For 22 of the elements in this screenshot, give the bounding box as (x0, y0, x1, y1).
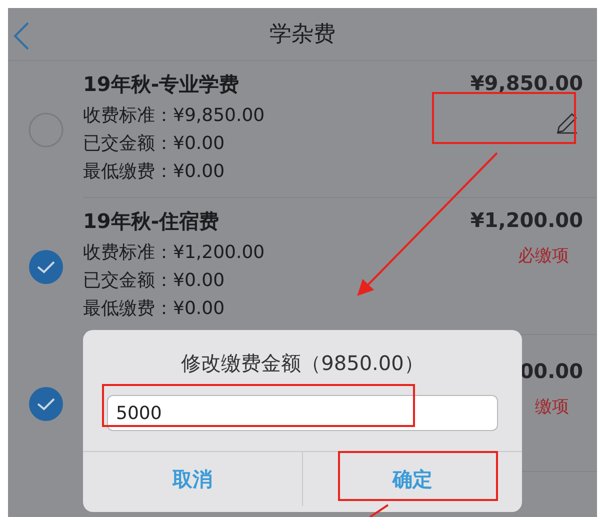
fee-name: 19年秋-住宿费 (83, 208, 220, 235)
cancel-button[interactable]: 取消 (83, 452, 302, 506)
amount-input-field[interactable]: 5000 (107, 395, 498, 431)
fee-amount: ¥9,850.00 (470, 71, 583, 95)
fee-amount: ¥1,200.00 (470, 208, 583, 232)
required-tag: 缴项 (535, 395, 569, 418)
fee-detail: 已交金额：¥0.00 (83, 132, 225, 156)
fee-detail: 收费标准：¥1,200.00 (83, 241, 265, 265)
fee-name: 19年秋-专业学费 (83, 71, 240, 98)
fee-detail: 已交金额：¥0.00 (83, 269, 225, 293)
checkbox[interactable] (28, 248, 64, 284)
annotation-line (369, 504, 389, 517)
checkbox[interactable] (28, 386, 64, 422)
required-tag: 必缴项 (518, 244, 569, 267)
fee-detail: 收费标准：¥9,850.00 (83, 104, 265, 128)
confirm-button[interactable]: 确定 (302, 452, 522, 506)
fee-detail: 最低缴费：¥0.00 (83, 297, 225, 321)
fee-amount: 00.00 (520, 359, 583, 383)
fee-detail: 最低缴费：¥0.00 (83, 160, 225, 184)
page-title: 学杂费 (270, 21, 336, 49)
dialog-title: 修改缴费金额（9850.00） (180, 350, 425, 377)
pencil-icon[interactable] (555, 111, 579, 135)
